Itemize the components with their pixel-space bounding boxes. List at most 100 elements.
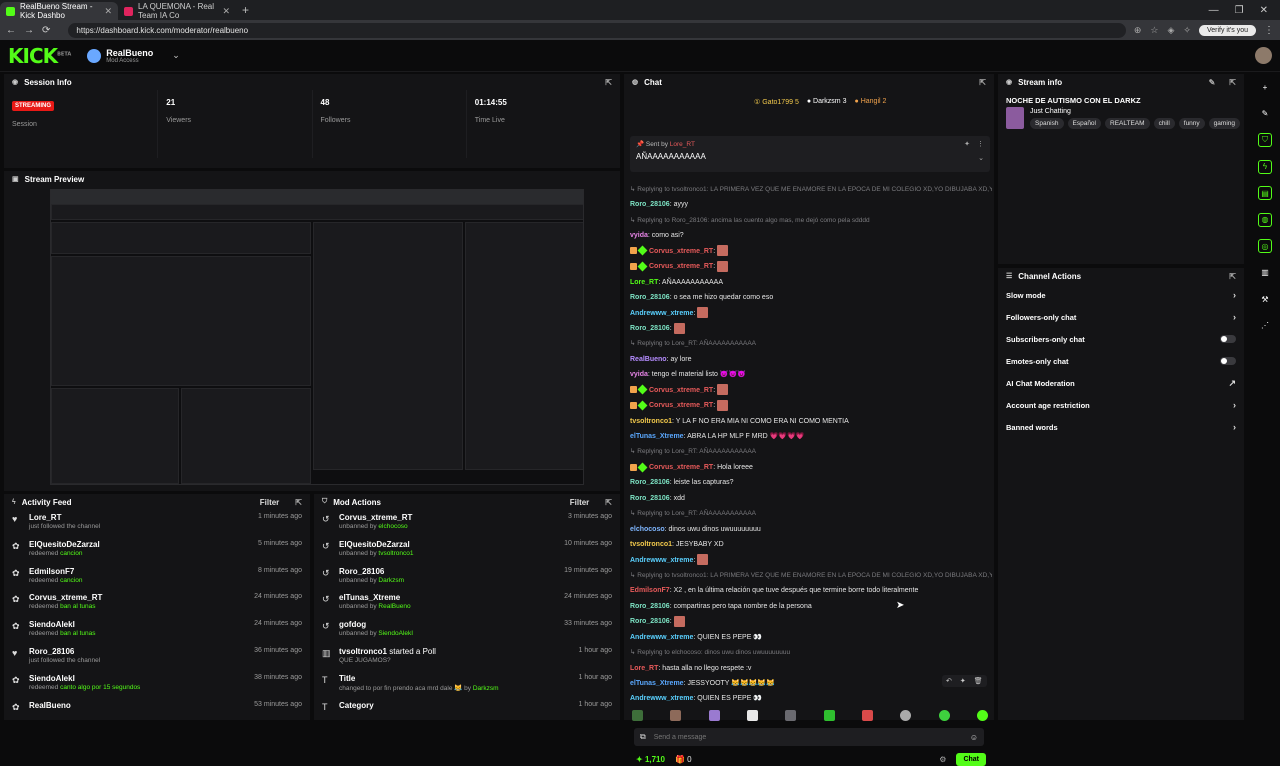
chat-username[interactable]: Andrewww_xtreme <box>630 695 693 702</box>
kick-logo[interactable]: KICKBETA <box>8 44 71 68</box>
back-icon[interactable]: ← <box>6 25 16 36</box>
detail-highlight[interactable]: cancion <box>60 550 82 557</box>
chat-username[interactable]: Roro_28106 <box>630 201 670 208</box>
stream-tag[interactable]: chill <box>1153 118 1175 129</box>
chat-input[interactable] <box>653 733 962 741</box>
reload-icon[interactable]: ⟳ <box>42 25 50 36</box>
chat-username[interactable]: Corvus_xtreme_RT <box>649 263 713 270</box>
detail-highlight[interactable]: SiendoAlekI <box>378 630 413 637</box>
emote-icon[interactable] <box>823 710 835 721</box>
chat-username[interactable]: Corvus_xtreme_RT <box>649 387 713 394</box>
new-tab-icon[interactable]: + <box>242 3 249 17</box>
channel-selector[interactable]: RealBueno Mod Access ⌄ <box>87 48 180 64</box>
chat-username[interactable]: tvsoltronco1 <box>630 541 672 548</box>
list-item[interactable]: ♥ Lore_RT just followed the channel 1 minut… <box>12 510 302 537</box>
list-item[interactable]: ✿ SiendoAlekI redeemed ban al tunas 24 minu… <box>12 617 302 644</box>
stream-tag[interactable]: REALTEAM <box>1105 118 1150 129</box>
detail-highlight[interactable]: RealBueno <box>378 603 410 610</box>
expand-icon[interactable]: ⇱ <box>605 78 612 87</box>
list-item[interactable]: ↺ Corvus_xtreme_RT unbanned by elchocoso 3 … <box>322 510 612 537</box>
edit-icon[interactable]: ✎ <box>1258 107 1272 121</box>
channel-action-slow-mode[interactable]: Slow mode › <box>998 284 1244 306</box>
chat-message[interactable]: Roro_28106: o sea me hizo quedar como es… <box>630 290 992 305</box>
chat-username[interactable]: Corvus_xtreme_RT <box>649 464 713 471</box>
chat-username[interactable]: Andrewww_xtreme <box>630 310 693 317</box>
chat-message[interactable]: EdmilsonF7: X2 , en la última relación q… <box>630 583 992 598</box>
list-item[interactable]: ✿ EdmilsonF7 redeemed cancion 8 minutes ago <box>12 564 302 591</box>
browser-tab-kick[interactable]: RealBueno Stream - Kick Dashbo ✕ <box>0 2 118 20</box>
chat-username[interactable]: vyida <box>630 371 648 378</box>
detail-highlight[interactable]: canto algo por 15 segundos <box>60 684 140 691</box>
share-icon[interactable]: ⋰ <box>1258 319 1272 333</box>
menu-icon[interactable]: ⋮ <box>1264 25 1274 36</box>
clipboard-icon[interactable]: ▤ <box>1258 186 1272 200</box>
chat-username[interactable]: elTunas_Xtreme <box>630 433 684 440</box>
channel-action-followers-only-chat[interactable]: Followers-only chat › <box>998 306 1244 328</box>
chat-message[interactable]: vyida: tengo el material listo 😈😈😈 <box>630 367 992 382</box>
chat-username[interactable]: elTunas_Xtreme <box>630 680 684 687</box>
chat-message[interactable]: Lore_RT: hasta alla no llego respete :v <box>630 661 992 676</box>
close-icon[interactable]: ✕ <box>104 6 112 17</box>
filter-button[interactable]: Filter <box>570 498 590 507</box>
emote-icon[interactable] <box>938 710 950 721</box>
chat-username[interactable]: RealBueno <box>630 356 667 363</box>
chat-icon[interactable]: ◍ <box>1258 212 1272 227</box>
chat-message[interactable]: Andrewww_xtreme: <box>630 306 992 321</box>
filter-button[interactable]: Filter <box>260 498 280 507</box>
chat-message[interactable]: Andrewww_xtreme: QUIEN ES PEPE 👀 <box>630 691 992 706</box>
bolt-icon[interactable]: ϟ <box>1258 159 1272 174</box>
list-item[interactable]: ↺ Roro_28106 unbanned by Darkzsm 19 minutes… <box>322 564 612 591</box>
chevron-right-icon[interactable]: › <box>1233 400 1236 410</box>
chat-message[interactable]: tvsoltronco1: Y LA F NO ERA MIA NI COMO … <box>630 414 992 429</box>
chat-message[interactable]: elTunas_Xtreme: ABRA LA HP MLP F MRD 💗💗💗… <box>630 429 992 444</box>
command-icon[interactable]: ⧉ <box>640 732 646 742</box>
list-item[interactable]: ✿ SiendoAlekI redeemed canto algo por 15 s… <box>12 671 302 698</box>
chat-scroll-area[interactable]: ① Gato1799 5 ● Darkzsm 3 ● Hangil 2 📌 Se… <box>624 90 994 710</box>
pin-icon[interactable]: ✦ <box>964 140 970 148</box>
emote-icon[interactable] <box>670 710 682 721</box>
chevron-right-icon[interactable]: › <box>1233 422 1236 432</box>
emote-icon[interactable] <box>785 710 797 721</box>
verify-button[interactable]: Verify it's you <box>1198 24 1256 36</box>
detail-highlight[interactable]: Darkzsm <box>473 685 499 692</box>
chevron-right-icon[interactable]: › <box>1233 290 1236 300</box>
chat-username[interactable]: Roro_28106 <box>630 294 670 301</box>
chat-username[interactable]: Roro_28106 <box>630 618 670 625</box>
chat-message[interactable]: Roro_28106: compartiras pero tapa nombre… <box>630 599 992 614</box>
chat-message[interactable]: Corvus_xtreme_RT: <box>630 383 992 398</box>
chat-username[interactable]: EdmilsonF7 <box>630 587 670 594</box>
chat-username[interactable]: Andrewww_xtreme <box>630 557 693 564</box>
stream-preview-video[interactable] <box>50 189 584 485</box>
chat-username[interactable]: Roro_28106 <box>630 325 670 332</box>
detail-highlight[interactable]: cancion <box>60 577 82 584</box>
user-avatar[interactable] <box>1255 47 1272 64</box>
emote-icon[interactable] <box>976 710 988 721</box>
reply-icon[interactable]: ↶ <box>946 677 952 685</box>
stream-tag[interactable]: Español <box>1067 118 1101 129</box>
chat-message[interactable]: tvsoltronco1: JESYBABY XD <box>630 537 992 552</box>
chat-username[interactable]: Roro_28106 <box>630 495 670 502</box>
stream-tag[interactable]: Spanish <box>1030 118 1064 129</box>
shield-icon[interactable]: ⛉ <box>1258 133 1272 147</box>
chat-message[interactable]: Corvus_xtreme_RT: Hola loreee <box>630 460 992 475</box>
delete-icon[interactable]: 🗑 <box>974 677 983 685</box>
emote-icon[interactable] <box>861 710 873 721</box>
chat-message[interactable]: elchocoso: dinos uwu dinos uwuuuuuuuu <box>630 522 992 537</box>
chat-message[interactable]: Roro_28106: leiste las capturas? <box>630 475 992 490</box>
browser-tab-youtube[interactable]: LA QUEMONA - Real Team IA Co ✕ <box>118 2 236 20</box>
expand-icon[interactable]: ⇱ <box>295 498 302 507</box>
detail-highlight[interactable]: Darkzsm <box>378 577 404 584</box>
list-item[interactable]: ▥ tvsoltronco1 started a Poll QUE JUGAMOS?… <box>322 644 612 671</box>
close-window-icon[interactable]: ✕ <box>1260 5 1268 16</box>
broadcast-icon[interactable]: ◎ <box>1258 239 1272 253</box>
chat-username[interactable]: Andrewww_xtreme <box>630 634 693 641</box>
wrench-icon[interactable]: ⚒ <box>1258 292 1272 306</box>
chat-username[interactable]: Roro_28106 <box>630 603 670 610</box>
channel-action-emotes-only-chat[interactable]: Emotes-only chat <box>998 350 1244 372</box>
toggle-switch[interactable] <box>1220 357 1236 365</box>
external-link-icon[interactable]: ↗ <box>1228 378 1236 389</box>
more-icon[interactable]: ⋮ <box>977 140 984 148</box>
channel-action-banned-words[interactable]: Banned words › <box>998 416 1244 438</box>
list-icon[interactable]: ▥ <box>1258 266 1272 280</box>
chat-message[interactable]: vyida: como asi? <box>630 228 992 243</box>
